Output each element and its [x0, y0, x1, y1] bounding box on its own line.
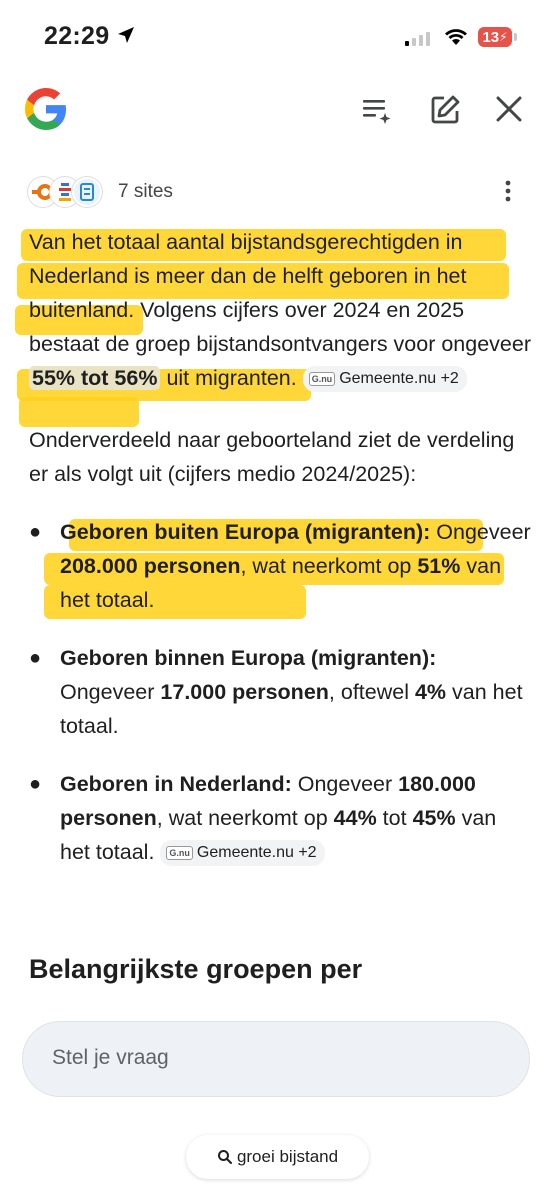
answer-paragraph-2: Onderverdeeld naar geboorteland ziet de …: [29, 423, 532, 491]
item-title: Geboren buiten Europa (migranten):: [60, 520, 431, 544]
suggestion-chip[interactable]: groei bijstand: [186, 1135, 369, 1179]
suggestion-label: groei bijstand: [236, 1147, 339, 1166]
ai-list-icon[interactable]: [361, 94, 393, 126]
answer-text: uit migranten.: [160, 366, 297, 390]
list-item: ● Geboren buiten Europa (migranten): Ong…: [29, 515, 532, 619]
source-chip-label: Gemeente.nu +2: [339, 370, 459, 388]
wifi-icon: [445, 29, 467, 45]
sources-count: 7 sites: [118, 181, 173, 202]
breakdown-list: ● Geboren buiten Europa (migranten): Ong…: [29, 515, 532, 869]
item-title: Geboren in Nederland:: [60, 772, 292, 796]
percentage-highlight: 55% tot 56%: [29, 366, 161, 390]
source-chip[interactable]: G.nu Gemeente.nu +2: [302, 366, 467, 393]
ask-placeholder: Stel je vraag: [52, 1046, 169, 1069]
source-favicon-3: [72, 177, 102, 207]
source-chip[interactable]: G.nu Gemeente.nu +2: [160, 840, 325, 867]
bullet-icon: ●: [29, 647, 42, 669]
search-icon: [217, 1150, 232, 1164]
battery-indicator: 13 ⚡: [478, 27, 512, 47]
edit-icon[interactable]: [429, 94, 461, 126]
gemeente-logo-icon: G.nu: [166, 846, 193, 861]
charging-bolt-icon: ⚡: [499, 30, 508, 44]
item-title: Geboren binnen Europa (migranten):: [60, 646, 437, 670]
source-chip-label: Gemeente.nu +2: [196, 844, 317, 862]
sources-row[interactable]: 7 sites: [28, 175, 173, 209]
location-arrow-icon: [118, 27, 134, 43]
cellular-signal-icon: [405, 30, 430, 46]
answer-paragraph-1: Van het totaal aantal bijstandsgerechtig…: [15, 225, 532, 427]
list-item: ● Geboren binnen Europa (migranten): Ong…: [29, 641, 532, 743]
status-bar: 22:29 13 ⚡: [0, 0, 554, 70]
gemeente-logo-icon: G.nu: [308, 372, 336, 387]
status-time: 22:29: [44, 22, 110, 50]
list-item: ● Geboren in Nederland: Ongeveer 180.000…: [29, 767, 532, 869]
battery-tip: [514, 33, 517, 41]
section-heading: Belangrijkste groepen per: [29, 954, 363, 984]
bullet-icon: ●: [29, 521, 42, 543]
more-options-icon[interactable]: [500, 180, 516, 202]
close-icon[interactable]: [494, 94, 524, 124]
ai-answer: Van het totaal aantal bijstandsgerechtig…: [15, 225, 532, 893]
google-g-icon: [25, 88, 66, 130]
ask-input[interactable]: Stel je vraag: [22, 1021, 530, 1097]
answer-text: Onderverdeeld naar geboorteland ziet de …: [29, 428, 515, 486]
source-logo-icon: [80, 183, 94, 201]
bullet-icon: ●: [29, 773, 42, 795]
